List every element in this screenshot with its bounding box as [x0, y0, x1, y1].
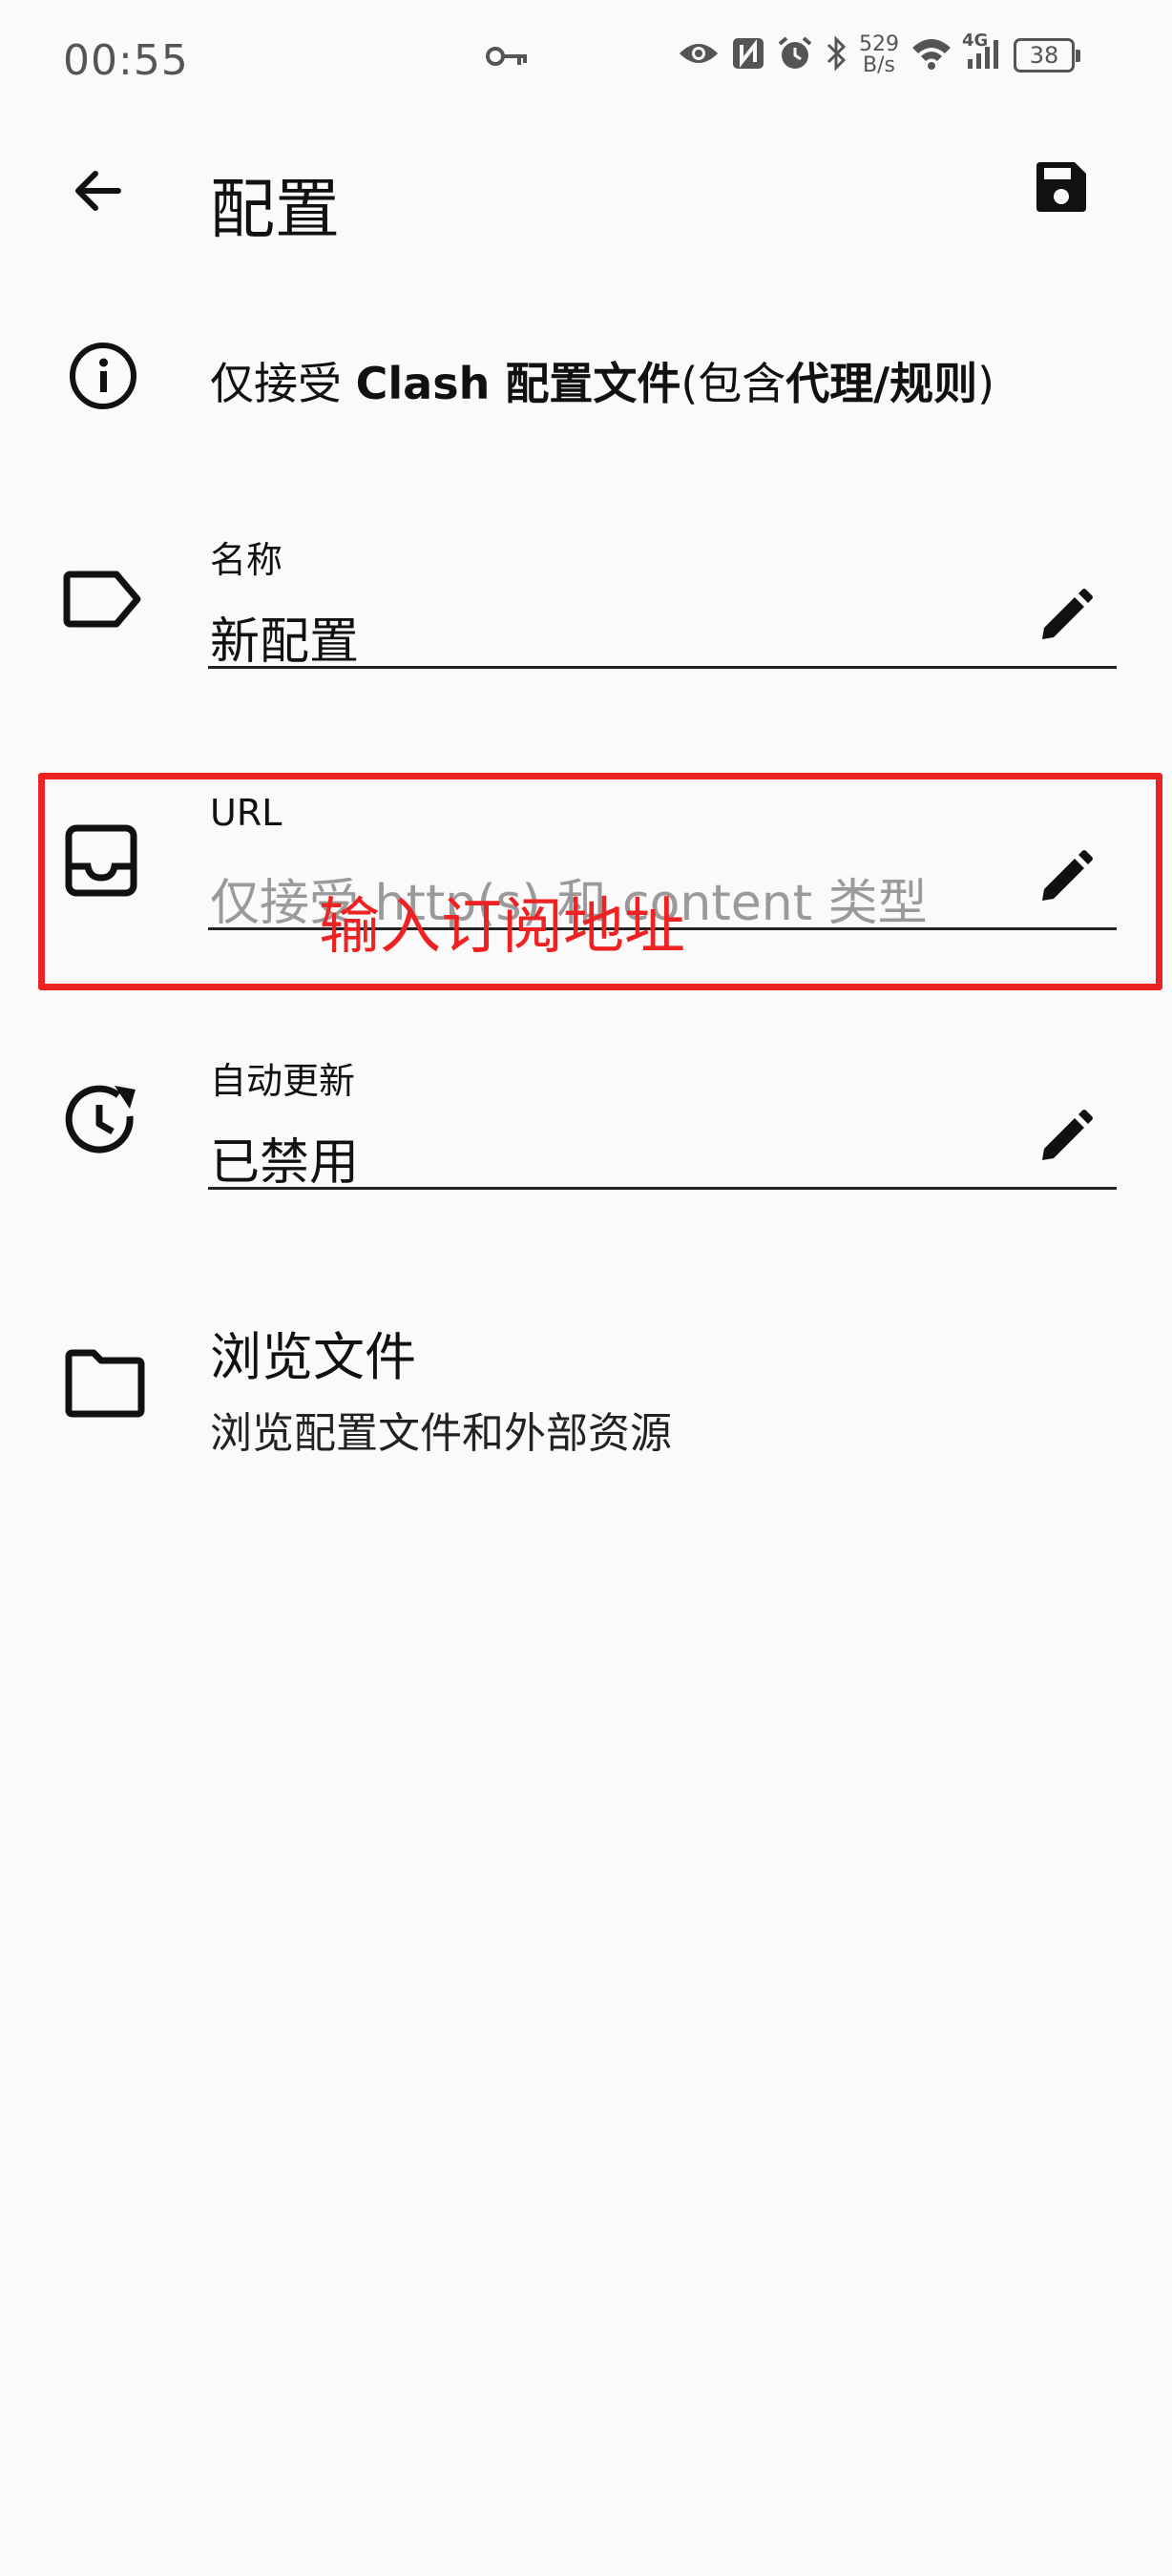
- auto-update-label: 自动更新: [210, 1060, 356, 1102]
- arrow-back-icon: [69, 171, 126, 223]
- pencil-icon: [1036, 1110, 1094, 1170]
- net-speed: 529 B/s: [859, 34, 899, 76]
- back-button[interactable]: [69, 162, 145, 229]
- status-time: 00:55: [63, 36, 189, 85]
- browse-files-subtitle: 浏览配置文件和外部资源: [210, 1409, 672, 1458]
- status-icons: 529 B/s 4G 38: [678, 31, 1080, 76]
- name-field-value[interactable]: 新配置: [210, 601, 359, 673]
- alarm-icon: [777, 35, 813, 75]
- name-field-underline: [208, 666, 1117, 669]
- info-prefix: 仅接受: [210, 358, 356, 409]
- net-speed-unit: B/s: [863, 53, 895, 77]
- save-icon: [1033, 162, 1090, 219]
- battery-indicator: 38: [1014, 38, 1080, 73]
- info-bold-proxy-rules: 代理/规则: [785, 358, 978, 409]
- folder-icon: [63, 1349, 147, 1422]
- name-edit-button[interactable]: [1036, 588, 1094, 649]
- auto-update-edit-button[interactable]: [1036, 1109, 1094, 1170]
- save-button[interactable]: [1033, 158, 1105, 231]
- network-type: 4G: [962, 31, 989, 51]
- info-icon: [67, 340, 139, 416]
- update-clock-icon: [63, 1082, 143, 1166]
- annotation-text: 输入订阅地址: [319, 892, 685, 963]
- auto-update-value[interactable]: 已禁用: [210, 1122, 359, 1194]
- key-icon: [485, 44, 529, 73]
- pencil-icon: [1036, 589, 1094, 649]
- auto-update-underline: [208, 1187, 1117, 1190]
- info-text: 仅接受 Clash 配置文件(包含代理/规则): [210, 349, 994, 412]
- browse-files-title: 浏览文件: [210, 1327, 416, 1387]
- bluetooth-icon: [825, 35, 848, 75]
- page-title: 配置: [210, 173, 341, 248]
- name-field-label: 名称: [210, 539, 283, 581]
- signal-4g-icon: 4G: [962, 31, 1002, 74]
- info-bold-config: Clash 配置文件: [355, 358, 681, 409]
- info-suffix: ): [977, 358, 995, 409]
- nfc-icon: [731, 36, 765, 74]
- wifi-icon: [910, 36, 952, 74]
- label-tag-icon: [63, 569, 143, 634]
- eye-icon: [678, 38, 720, 73]
- info-mid: (包含: [680, 358, 786, 409]
